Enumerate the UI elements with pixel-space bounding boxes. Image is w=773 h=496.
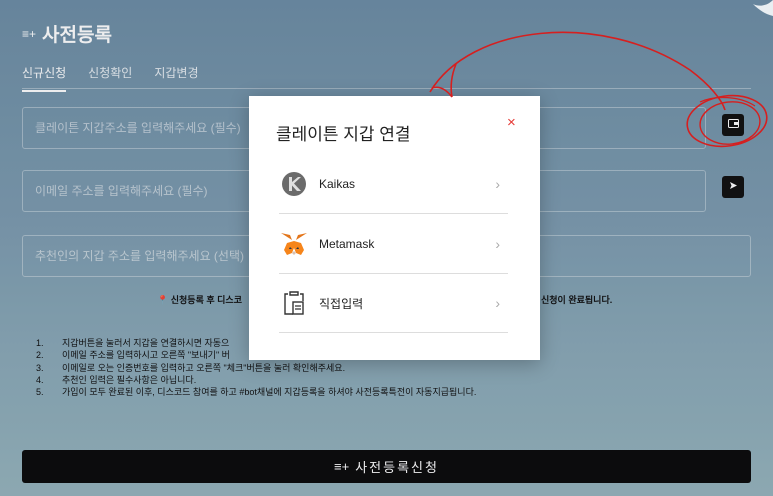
metamask-fox-icon: [279, 229, 309, 259]
submit-label: 사전등록신청: [355, 460, 439, 475]
submit-registration-button[interactable]: ≡+ 사전등록신청: [22, 450, 751, 483]
instruction-item: 5. 가입이 모두 완료된 이후, 디스코드 참여를 하고 #bot채널에 지갑등…: [36, 387, 477, 398]
close-icon[interactable]: ×: [507, 114, 516, 131]
notice-left: 📍 신청등록 후 디스코: [157, 295, 242, 305]
modal-title: 클레이튼 지갑 연결: [276, 125, 411, 144]
list-add-icon: ≡+: [334, 459, 350, 474]
chevron-right-icon: ›: [495, 295, 500, 311]
wallet-option-manual[interactable]: 직접입력 ›: [279, 274, 508, 333]
kaikas-logo-icon: [279, 169, 309, 199]
option-label: 직접입력: [319, 296, 364, 311]
instruction-item: 4. 추천인 입력은 필수사항은 아닙니다.: [36, 374, 197, 385]
wallet-option-metamask[interactable]: Metamask ›: [279, 215, 508, 274]
send-code-button[interactable]: [722, 176, 744, 198]
tab-divider: [22, 88, 751, 89]
list-add-icon: ≡+: [22, 26, 37, 41]
wallet-connect-button[interactable]: [722, 114, 744, 136]
clipboard-icon: [279, 288, 309, 318]
send-arrow-icon: [729, 181, 738, 193]
pin-icon: 📍: [157, 295, 169, 305]
chevron-right-icon: ›: [495, 236, 500, 252]
notice-right: 신청이 완료됩니다.: [541, 295, 613, 305]
corner-decoration: [753, 0, 773, 16]
option-label: Kaikas: [319, 177, 356, 191]
page-header: ≡+ 사전등록: [22, 20, 112, 47]
chevron-right-icon: ›: [495, 176, 500, 192]
wallet-connect-modal: 클레이튼 지갑 연결 × Kaikas › Metamask › 직접입력 ›: [249, 96, 540, 360]
instruction-item: 3. 이메일로 오는 인증번호를 입력하고 오른쪽 "체크"버튼을 눌러 확인해주…: [36, 362, 346, 373]
option-label: Metamask: [319, 237, 375, 251]
wallet-icon: [727, 119, 739, 131]
page-title: 사전등록: [42, 25, 112, 46]
wallet-option-kaikas[interactable]: Kaikas ›: [279, 155, 508, 214]
